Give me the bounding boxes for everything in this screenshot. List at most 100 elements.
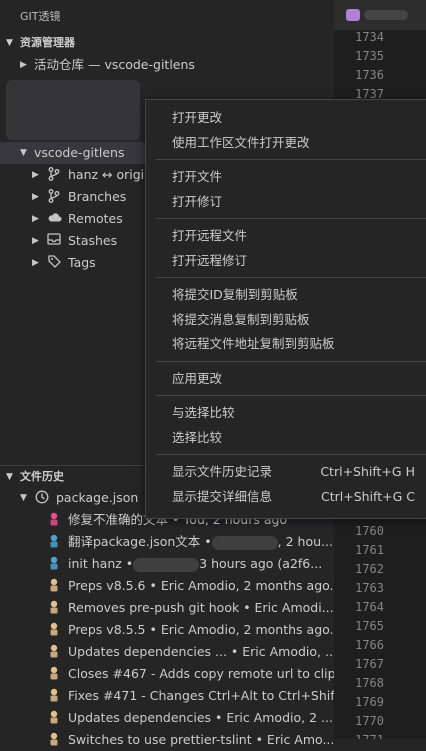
line-number: 1768 (355, 676, 384, 690)
chevron-right-icon: ▶ (32, 258, 39, 268)
menu-item[interactable]: 与选择比较 (146, 401, 426, 425)
menu-item[interactable]: 将提交消息复制到剪贴板 (146, 308, 426, 332)
commit-avatar-icon (46, 732, 62, 748)
redacted-author (211, 535, 278, 550)
commit-row[interactable]: Closes #467 - Adds copy remote url to cl… (0, 663, 334, 685)
tree-item-label: Remotes (68, 211, 123, 226)
commit-avatar-icon (46, 666, 62, 682)
commit-row[interactable]: Fixes #471 - Changes Ctrl+Alt to Ctrl+Sh… (0, 685, 334, 707)
commit-avatar-icon (46, 622, 62, 638)
menu-item[interactable]: 使用工作区文件打开更改 (146, 131, 426, 155)
menu-item[interactable]: 打开更改 (146, 106, 426, 130)
git-branch-icon (46, 167, 62, 183)
explorer-header-label: 资源管理器 (20, 36, 75, 49)
line-number: 1736 (355, 68, 384, 82)
menu-separator (156, 159, 426, 160)
commit-row[interactable]: init hanz • 3 hours ago (a2f6... (0, 553, 334, 575)
commit-label: 翻译package.json文本 • (68, 534, 212, 549)
commit-label: init hanz • (68, 556, 134, 571)
line-number: 1761 (355, 543, 384, 557)
menu-item-label: 打开更改 (172, 110, 223, 125)
chevron-down-icon: ▼ (20, 148, 27, 158)
commit-label: Switches to use prettier-tslint • Eric A… (68, 732, 334, 747)
chevron-down-icon: ▼ (6, 38, 13, 48)
line-number: 1770 (355, 714, 384, 728)
menu-item-label: 打开远程文件 (172, 228, 248, 243)
redacted-region (6, 80, 140, 140)
commit-avatar-icon (46, 512, 62, 528)
menu-item[interactable]: 显示文件历史记录 Ctrl+Shift+G H (146, 460, 426, 484)
line-number: 1771 (334, 733, 384, 739)
menu-item-shortcut: Ctrl+Shift+G C (321, 488, 415, 504)
commit-row[interactable]: Preps v8.5.6 • Eric Amodio, 2 months ago… (0, 575, 334, 597)
menu-item-label: 使用工作区文件打开更改 (172, 134, 310, 150)
menu-item[interactable]: 打开文件 (146, 165, 426, 189)
editor-tab[interactable] (334, 0, 426, 30)
menu-item-label: 将提交ID复制到剪贴板 (172, 287, 298, 302)
commit-avatar-icon (46, 556, 62, 572)
commit-label: Fixes #471 - Changes Ctrl+Alt to Ctrl+Sh… (68, 688, 334, 703)
commit-row[interactable]: Removes pre-push git hook • Eric Amodi..… (0, 597, 334, 619)
menu-item-label: 与选择比较 (172, 405, 235, 420)
commit-label: Closes #467 - Adds copy remote url to cl… (68, 666, 334, 681)
line-number: 1769 (355, 695, 384, 709)
line-number: 1765 (355, 619, 384, 633)
line-number: 1760 (355, 524, 384, 538)
menu-item[interactable]: 应用更改 (146, 367, 426, 391)
menu-item[interactable]: 打开远程修订 (146, 249, 426, 273)
tree-item-label: Tags (68, 255, 96, 270)
git-branch-icon (46, 189, 62, 205)
line-number: 1767 (355, 657, 384, 671)
menu-item-label: 选择比较 (172, 429, 223, 445)
chevron-down-icon: ▼ (20, 493, 27, 503)
menu-item[interactable]: 显示提交详细信息 Ctrl+Shift+G C (146, 485, 426, 509)
commit-row[interactable]: Updates dependencies ... • Eric Amodio, … (0, 641, 334, 663)
file-history-header-label: 文件历史 (20, 470, 64, 483)
commit-label: Updates dependencies • Eric Amodio, 2 ..… (68, 710, 333, 725)
chevron-right-icon: ▶ (32, 192, 39, 202)
explorer-section-header[interactable]: ▼ 资源管理器 (0, 32, 334, 54)
menu-item-label: 显示文件历史记录 (172, 464, 273, 479)
chevron-right-icon: ▶ (32, 170, 39, 180)
commit-avatar-icon (46, 578, 62, 594)
menu-item-label: 打开修订 (172, 193, 223, 209)
commit-row[interactable]: Updates dependencies • Eric Amodio, 2 ..… (0, 707, 334, 729)
redacted-author (133, 557, 200, 572)
menu-item-label: 应用更改 (172, 370, 223, 386)
menu-separator (156, 454, 426, 455)
commit-avatar-icon (46, 644, 62, 660)
inbox-icon (46, 233, 62, 249)
sidebar-title: GIT透镜 (20, 10, 61, 23)
tag-icon (46, 255, 62, 271)
cloud-icon (46, 211, 62, 227)
menu-item-label: 将提交消息复制到剪贴板 (172, 311, 310, 327)
commit-avatar-icon (46, 688, 62, 704)
chevron-down-icon: ▼ (6, 472, 13, 482)
menu-item[interactable]: 打开远程文件 (146, 224, 426, 248)
menu-item[interactable]: 选择比较 (146, 426, 426, 450)
context-menu: 打开更改使用工作区文件打开更改 打开文件打开修订打开远程文件 打开远程修订将提交ID… (145, 99, 426, 519)
commit-avatar-icon (46, 600, 62, 616)
menu-item[interactable]: 将提交ID复制到剪贴板 (146, 283, 426, 307)
commit-row[interactable]: Preps v8.5.5 • Eric Amodio, 2 months ago… (0, 619, 334, 641)
menu-item[interactable]: 打开修订 (146, 190, 426, 214)
tree-item-label: Branches (68, 189, 127, 204)
menu-item-shortcut: Ctrl+Shift+G H (320, 464, 415, 479)
history-icon (34, 490, 50, 506)
line-number: 1764 (355, 600, 384, 614)
redacted-tab-label (364, 10, 408, 20)
menu-item[interactable]: 将远程文件地址复制到剪贴板 (146, 332, 426, 356)
menu-item-label: 打开远程修订 (172, 252, 248, 268)
commit-label: Preps v8.5.5 • Eric Amodio, 2 months ago… (68, 622, 334, 637)
branch-label: hanz ↔ origi (68, 167, 145, 182)
active-repo-row[interactable]: ▶ 活动仓库 — vscode-gitlens (0, 54, 334, 76)
commit-label: Updates dependencies ... • Eric Amodio, … (68, 644, 334, 659)
history-file-name: package.json (56, 490, 139, 505)
chevron-right-icon: ▶ (32, 236, 39, 246)
menu-item-label: 显示提交详细信息 (172, 488, 273, 504)
line-number: 1762 (355, 562, 384, 576)
commit-row[interactable]: Switches to use prettier-tslint • Eric A… (0, 729, 334, 751)
line-number: 1735 (355, 49, 384, 63)
commit-row[interactable]: 翻译package.json文本 • , 2 hou... (0, 531, 334, 553)
menu-item-label: 打开文件 (172, 169, 223, 184)
